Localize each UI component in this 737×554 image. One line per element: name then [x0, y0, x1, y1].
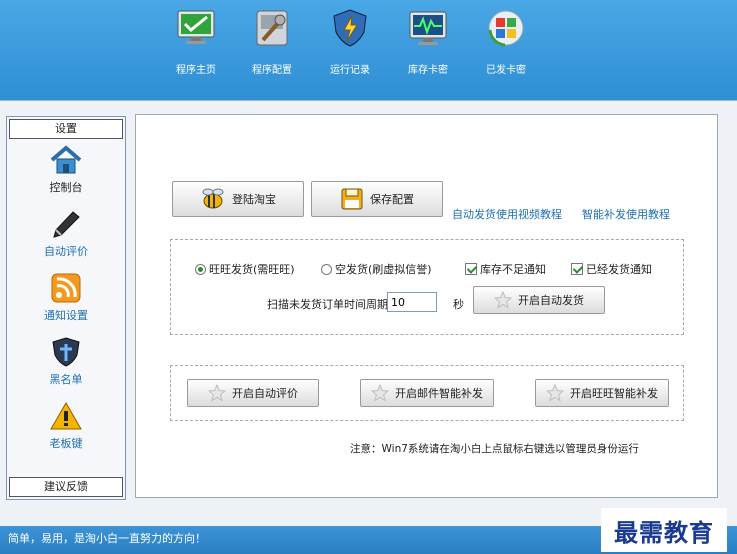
windows-refresh-icon — [488, 10, 524, 47]
video-tutorial-link[interactable]: 自动发货使用视频教程 — [452, 206, 562, 222]
actions-group: 开启自动评价 开启邮件智能补发 开启旺旺智能补发 — [170, 365, 684, 421]
watermark-logo: 最需教育 — [601, 508, 727, 552]
check-stock-label: 库存不足通知 — [480, 263, 546, 276]
radio-empty-option[interactable]: 空发货(刷虚拟信誉) — [321, 261, 432, 277]
start-auto-review-label: 开启自动评价 — [232, 387, 298, 400]
sidebar-item-boss-key[interactable]: 老板键 — [7, 401, 125, 459]
check-sent[interactable] — [571, 263, 583, 275]
shipping-options-group: 旺旺发货(需旺旺) 空发货(刷虚拟信誉) 库存不足通知 已经发货通知 扫描未发货… — [170, 239, 684, 335]
start-email-resend-button[interactable]: 开启邮件智能补发 — [360, 379, 494, 407]
star-icon — [208, 384, 226, 402]
pulse-monitor-icon — [409, 11, 447, 45]
star-icon — [494, 291, 512, 309]
start-auto-ship-label: 开启自动发货 — [518, 294, 584, 307]
toolbar-label: 运行记录 — [330, 65, 370, 76]
save-config-label: 保存配置 — [370, 193, 414, 206]
toolbar-program-config[interactable]: 程序配置 — [238, 8, 306, 78]
rss-icon — [51, 273, 81, 303]
sidebar-item-blacklist[interactable]: 黑名单 — [7, 337, 125, 395]
sidebar-item-label: 控制台 — [49, 181, 83, 194]
main-panel: 登陆淘宝 保存配置 自动发货使用视频教程 智能补发使用教程 旺旺发货(需旺旺) … — [135, 114, 718, 498]
toolbar-stock-cards[interactable]: 库存卡密 — [394, 8, 462, 78]
monitor-icon — [177, 10, 215, 44]
home-icon — [50, 145, 82, 174]
start-wangwang-resend-button[interactable]: 开启旺旺智能补发 — [535, 379, 669, 407]
star-icon — [371, 384, 389, 402]
check-stock[interactable] — [465, 263, 477, 275]
sidebar-header-settings[interactable]: 设置 — [9, 119, 123, 139]
sidebar-item-label: 黑名单 — [49, 373, 83, 386]
tools-icon — [256, 10, 288, 46]
admin-run-note: 注意：Win7系统请在淘小白上点鼠标右键选以管理员身份运行 — [350, 443, 639, 455]
pen-icon — [53, 211, 80, 238]
toolbar-label: 已发卡密 — [486, 65, 526, 76]
sidebar-item-console[interactable]: 控制台 — [7, 145, 125, 203]
start-email-resend-label: 开启邮件智能补发 — [395, 387, 483, 400]
radio-empty[interactable] — [321, 263, 332, 275]
scan-period-label: 扫描未发货订单时间周期： — [267, 298, 399, 311]
sidebar-footer-feedback[interactable]: 建议反馈 — [9, 477, 123, 497]
sidebar-item-label: 通知设置 — [44, 309, 88, 322]
sidebar-item-notify-settings[interactable]: 通知设置 — [7, 273, 125, 331]
bee-icon — [202, 188, 224, 209]
sidebar-item-label: 自动评价 — [44, 245, 88, 258]
toolbar-run-log[interactable]: 运行记录 — [316, 8, 384, 78]
toolbar-label: 程序主页 — [176, 65, 216, 76]
shield-icon — [333, 9, 367, 47]
sidebar-item-label: 老板键 — [49, 437, 83, 450]
top-toolbar: 程序主页 程序配置 运行记录 库存卡密 已发卡密 — [0, 0, 737, 100]
star-icon — [546, 384, 564, 402]
radio-wangwang[interactable] — [195, 263, 206, 275]
resend-tutorial-link[interactable]: 智能补发使用教程 — [582, 206, 670, 222]
radio-wangwang-label: 旺旺发货(需旺旺) — [209, 263, 295, 276]
radio-empty-label: 空发货(刷虚拟信誉) — [335, 263, 432, 276]
check-sent-option[interactable]: 已经发货通知 — [571, 261, 652, 277]
save-config-button[interactable]: 保存配置 — [311, 181, 443, 217]
login-taobao-label: 登陆淘宝 — [232, 193, 276, 206]
start-auto-review-button[interactable]: 开启自动评价 — [187, 379, 319, 407]
radio-wangwang-option[interactable]: 旺旺发货(需旺旺) — [195, 261, 295, 277]
scan-period-input[interactable] — [387, 292, 437, 312]
shield-cross-icon — [52, 337, 80, 367]
floppy-disk-icon — [341, 188, 363, 210]
sidebar: 设置 控制台 自动评价 通知设置 黑名单 老板键 建议反馈 — [6, 116, 126, 500]
login-taobao-button[interactable]: 登陆淘宝 — [172, 181, 304, 217]
start-wangwang-resend-label: 开启旺旺智能补发 — [570, 387, 658, 400]
check-sent-label: 已经发货通知 — [586, 263, 652, 276]
warning-icon — [50, 401, 82, 430]
start-auto-ship-button[interactable]: 开启自动发货 — [473, 286, 605, 314]
sidebar-item-auto-review[interactable]: 自动评价 — [7, 209, 125, 267]
toolbar-sent-cards[interactable]: 已发卡密 — [472, 8, 540, 78]
toolbar-program-home[interactable]: 程序主页 — [162, 8, 230, 78]
check-stock-option[interactable]: 库存不足通知 — [465, 261, 546, 277]
toolbar-label: 程序配置 — [252, 65, 292, 76]
scan-unit-label: 秒 — [453, 298, 464, 311]
toolbar-label: 库存卡密 — [408, 65, 448, 76]
